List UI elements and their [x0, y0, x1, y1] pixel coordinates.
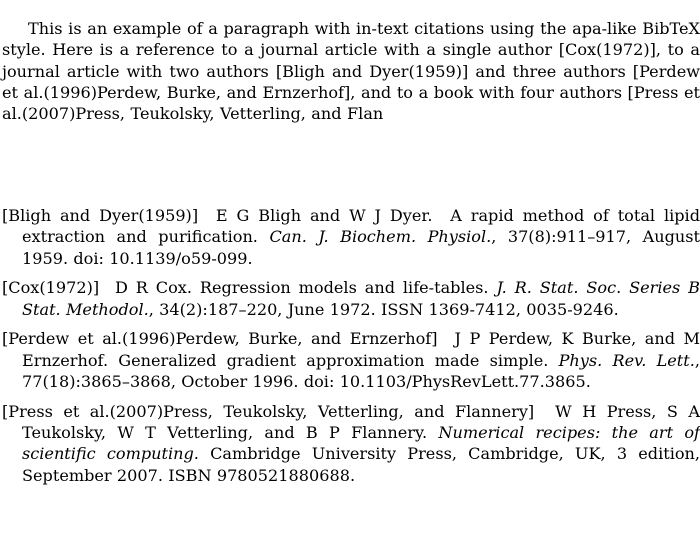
bibliography-entry: [Cox(1972)] D R Cox. Regression models a… [2, 277, 700, 320]
entry-identifier: doi: 10.1103/PhysRevLett.77.3865. [303, 372, 591, 392]
bibliography-entry: [Perdew et al.(1996)Perdew, Burke, and E… [2, 328, 700, 392]
citation-key-label: [Bligh and Dyer(1959)] [2, 206, 199, 225]
entry-identifier: ISBN 9780521880688. [168, 465, 356, 485]
entry-title: Regression models and life-tables. [199, 278, 489, 298]
bibliography-entry: [Bligh and Dyer(1959)] E G Bligh and W J… [2, 205, 700, 269]
citation-key-label: [Press et al.(2007)Press, Teukolsky, Vet… [2, 401, 535, 421]
bibliography-list: [Bligh and Dyer(1959)] E G Bligh and W J… [2, 205, 700, 486]
entry-venue: Can. J. Biochem. Physiol. [269, 227, 492, 247]
citation-key-label: [Cox(1972)] [2, 278, 100, 298]
bibliography-entry: [Press et al.(2007)Press, Teukolsky, Vet… [2, 401, 700, 486]
entry-identifier: doi: 10.1139/o59-099. [73, 248, 253, 268]
entry-authors: D R Cox. [114, 278, 192, 298]
entry-authors: E G Bligh and W J Dyer. [215, 206, 433, 225]
entry-identifier: ISSN 1369-7412, 0035-9246. [381, 299, 619, 319]
intro-paragraph: This is an example of a paragraph with i… [2, 19, 700, 124]
citation-key-label: [Perdew et al.(1996)Perdew, Burke, and E… [2, 329, 438, 349]
document-page: This is an example of a paragraph with i… [0, 0, 700, 548]
entry-venue: Phys. Rev. Lett. [558, 350, 695, 370]
entry-volume-pages: , 34(2):187–220, June 1972. [148, 299, 376, 319]
entry-title: Generalized gradient approximation made … [118, 350, 549, 370]
